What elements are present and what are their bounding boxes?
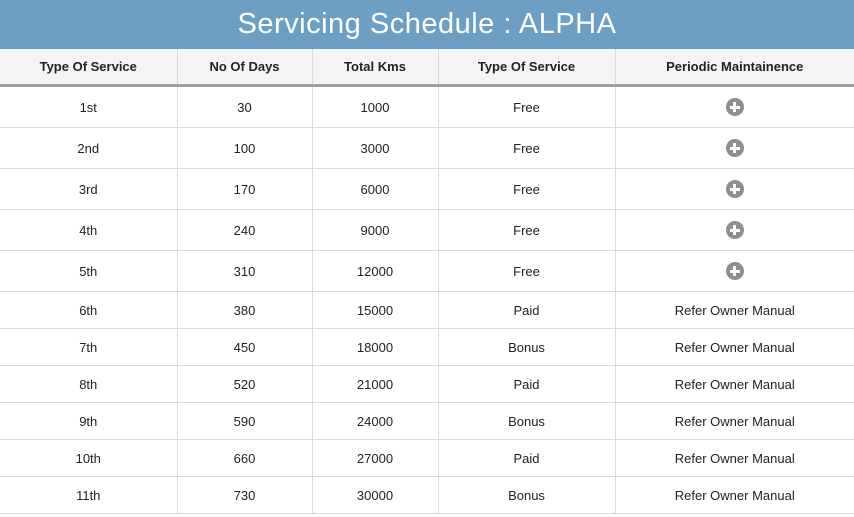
cell-no-of-days: 730	[177, 476, 313, 514]
cell-service-type: Bonus	[438, 402, 616, 440]
cell-total-kms: 1000	[312, 85, 439, 128]
page-title: Servicing Schedule : ALPHA	[0, 0, 854, 49]
cell-no-of-days: 520	[177, 365, 313, 403]
column-header-periodic-maintenance: Periodic Maintainence	[615, 49, 854, 87]
cell-no-of-days: 310	[177, 250, 313, 292]
cell-periodic-maintenance: Refer Owner Manual	[615, 365, 854, 403]
cell-periodic-maintenance: Refer Owner Manual	[615, 328, 854, 366]
cell-service-number: 10th	[0, 439, 178, 477]
plus-circle-icon[interactable]	[725, 139, 744, 157]
cell-periodic-maintenance	[615, 209, 854, 251]
cell-no-of-days: 170	[177, 168, 313, 210]
cell-service-number: 7th	[0, 328, 178, 366]
cell-service-type: Paid	[438, 439, 616, 477]
cell-service-number: 6th	[0, 291, 178, 329]
column-header-service-type: Type Of Service	[438, 49, 616, 87]
plus-circle-icon[interactable]	[725, 262, 744, 280]
cell-service-type: Free	[438, 209, 616, 251]
cell-total-kms: 21000	[312, 365, 439, 403]
cell-periodic-maintenance: Refer Owner Manual	[615, 439, 854, 477]
table-row: 5th 310 12000 Free	[0, 250, 854, 292]
cell-service-type: Bonus	[438, 328, 616, 366]
cell-total-kms: 6000	[312, 168, 439, 210]
cell-service-type: Free	[438, 127, 616, 169]
plus-circle-icon[interactable]	[725, 221, 744, 239]
cell-service-number: 3rd	[0, 168, 178, 210]
cell-total-kms: 18000	[312, 328, 439, 366]
cell-service-type: Paid	[438, 291, 616, 329]
cell-no-of-days: 380	[177, 291, 313, 329]
column-header-type-of-service: Type Of Service	[0, 49, 178, 87]
table-row: 9th 590 24000 Bonus Refer Owner Manual	[0, 402, 854, 440]
cell-service-type: Free	[438, 168, 616, 210]
table-header-row: Type Of Service No Of Days Total Kms Typ…	[0, 49, 854, 87]
cell-no-of-days: 100	[177, 127, 313, 169]
table-row: 6th 380 15000 Paid Refer Owner Manual	[0, 291, 854, 329]
cell-no-of-days: 450	[177, 328, 313, 366]
cell-total-kms: 3000	[312, 127, 439, 169]
cell-service-number: 1st	[0, 85, 178, 128]
cell-periodic-maintenance: Refer Owner Manual	[615, 291, 854, 329]
cell-service-number: 9th	[0, 402, 178, 440]
cell-total-kms: 12000	[312, 250, 439, 292]
cell-total-kms: 9000	[312, 209, 439, 251]
table-row: 10th 660 27000 Paid Refer Owner Manual	[0, 439, 854, 477]
cell-periodic-maintenance	[615, 127, 854, 169]
plus-circle-icon[interactable]	[725, 98, 744, 116]
cell-no-of-days: 30	[177, 85, 313, 128]
table-row: 7th 450 18000 Bonus Refer Owner Manual	[0, 328, 854, 366]
cell-periodic-maintenance: Refer Owner Manual	[615, 476, 854, 514]
cell-service-number: 8th	[0, 365, 178, 403]
column-header-total-kms: Total Kms	[312, 49, 439, 87]
cell-no-of-days: 660	[177, 439, 313, 477]
table-row: 3rd 170 6000 Free	[0, 168, 854, 210]
cell-service-type: Free	[438, 85, 616, 128]
servicing-schedule-table: Type Of Service No Of Days Total Kms Typ…	[0, 49, 854, 514]
cell-service-type: Bonus	[438, 476, 616, 514]
cell-periodic-maintenance	[615, 250, 854, 292]
cell-service-number: 2nd	[0, 127, 178, 169]
cell-periodic-maintenance: Refer Owner Manual	[615, 402, 854, 440]
cell-total-kms: 30000	[312, 476, 439, 514]
column-header-no-of-days: No Of Days	[177, 49, 313, 87]
table-row: 11th 730 30000 Bonus Refer Owner Manual	[0, 476, 854, 514]
cell-service-number: 4th	[0, 209, 178, 251]
cell-service-type: Free	[438, 250, 616, 292]
cell-total-kms: 24000	[312, 402, 439, 440]
cell-no-of-days: 590	[177, 402, 313, 440]
cell-periodic-maintenance	[615, 85, 854, 128]
plus-circle-icon[interactable]	[725, 180, 744, 198]
cell-periodic-maintenance	[615, 168, 854, 210]
cell-total-kms: 27000	[312, 439, 439, 477]
cell-no-of-days: 240	[177, 209, 313, 251]
table-row: 1st 30 1000 Free	[0, 85, 854, 128]
table-row: 4th 240 9000 Free	[0, 209, 854, 251]
cell-total-kms: 15000	[312, 291, 439, 329]
table-row: 2nd 100 3000 Free	[0, 127, 854, 169]
cell-service-type: Paid	[438, 365, 616, 403]
cell-service-number: 5th	[0, 250, 178, 292]
cell-service-number: 11th	[0, 476, 178, 514]
table-row: 8th 520 21000 Paid Refer Owner Manual	[0, 365, 854, 403]
